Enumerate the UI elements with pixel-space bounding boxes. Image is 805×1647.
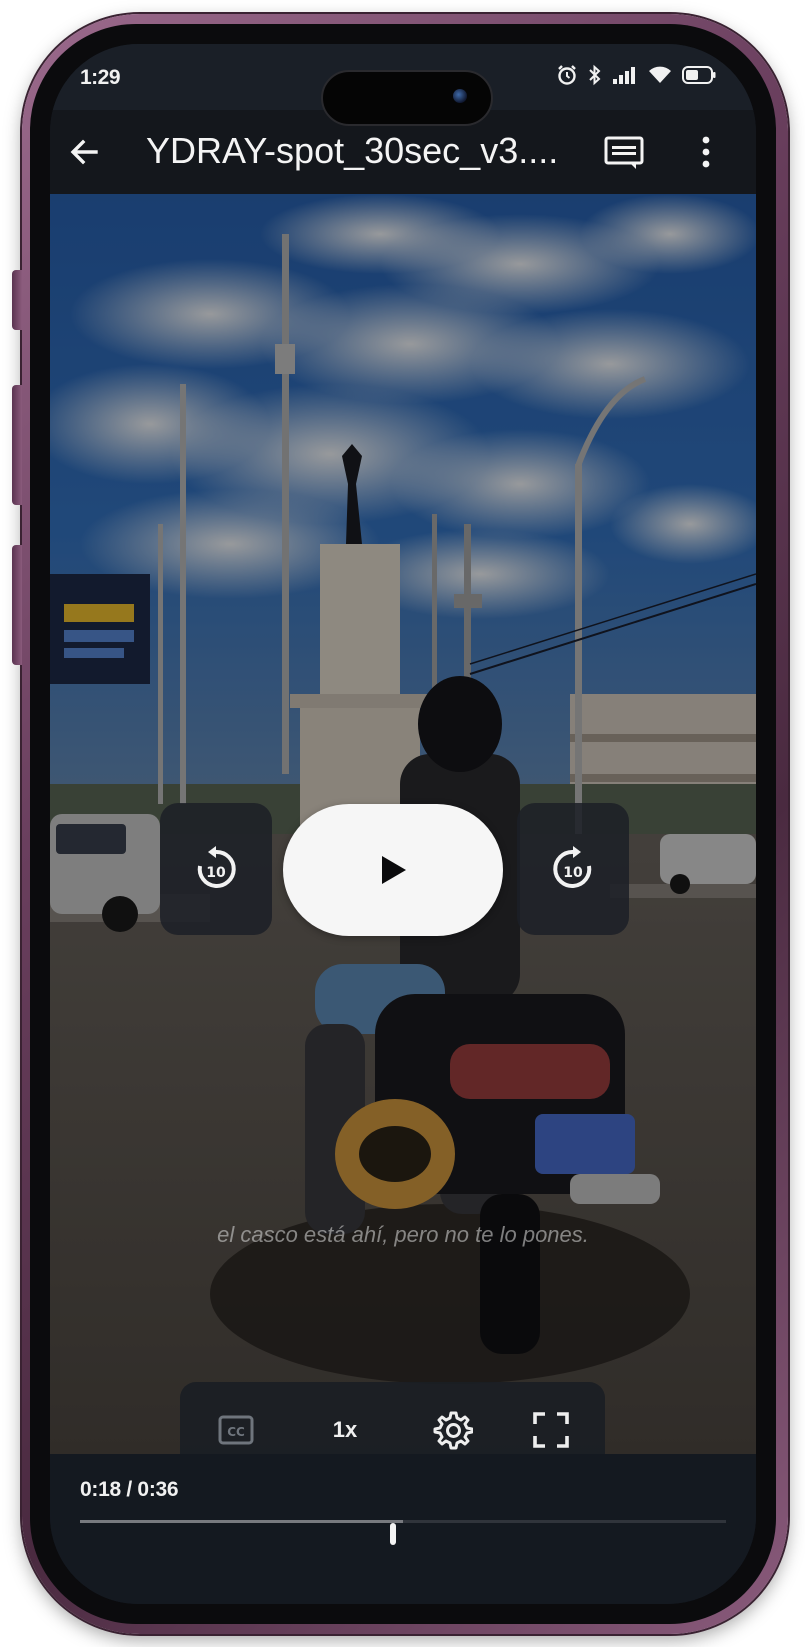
svg-text:10: 10 <box>206 865 226 881</box>
video-player[interactable]: 10 10 el casco está ahí, pero no te lo p… <box>50 194 756 1454</box>
status-time: 1:29 <box>80 66 121 89</box>
front-camera <box>453 89 467 103</box>
alarm-icon <box>558 65 576 85</box>
svg-text:CC: CC <box>227 1425 245 1439</box>
volume-up-button <box>12 385 22 505</box>
replay-10-icon: 10 <box>197 846 236 888</box>
captions-icon[interactable] <box>604 136 644 170</box>
progress-fill <box>80 1520 403 1523</box>
more-vert-icon[interactable] <box>696 132 716 172</box>
forward-10-icon: 10 <box>553 846 592 888</box>
progress-track[interactable] <box>80 1520 726 1523</box>
battery-icon <box>682 66 716 84</box>
play-button[interactable] <box>283 804 503 936</box>
settings-button[interactable] <box>429 1406 477 1454</box>
wifi-icon <box>649 66 671 83</box>
subtitle-caption: el casco está ahí, pero no te lo pones. <box>217 1222 589 1247</box>
play-icon <box>382 856 406 884</box>
forward-10-button[interactable]: 10 <box>517 803 629 935</box>
back-arrow-icon[interactable] <box>66 134 102 170</box>
fullscreen-button[interactable] <box>527 1406 575 1454</box>
signal-icon <box>613 67 635 84</box>
action-button <box>12 270 22 330</box>
playback-speed-button[interactable]: 1x <box>321 1406 369 1454</box>
status-icons <box>556 64 716 86</box>
time-display: 0:18 / 0:36 <box>80 1478 179 1501</box>
closed-caption-icon: CC <box>218 1415 254 1445</box>
player-toolbar: CC 1x <box>180 1382 605 1454</box>
rewind-10-button[interactable]: 10 <box>160 803 272 935</box>
playback-bar: 0:18 / 0:36 <box>50 1454 756 1604</box>
svg-text:10: 10 <box>563 865 583 881</box>
phone-screen: 1:29 YDRAY-spot_30sec_v3.... 10 10 el ca… <box>50 44 756 1604</box>
video-title: YDRAY-spot_30sec_v3.... <box>146 130 559 171</box>
bluetooth-icon <box>589 64 601 86</box>
volume-down-button <box>12 545 22 665</box>
dynamic-island <box>321 70 493 126</box>
fullscreen-icon <box>533 1412 569 1448</box>
scrub-handle[interactable] <box>390 1523 396 1545</box>
closed-caption-button[interactable]: CC <box>212 1406 260 1454</box>
gear-icon <box>433 1411 473 1450</box>
